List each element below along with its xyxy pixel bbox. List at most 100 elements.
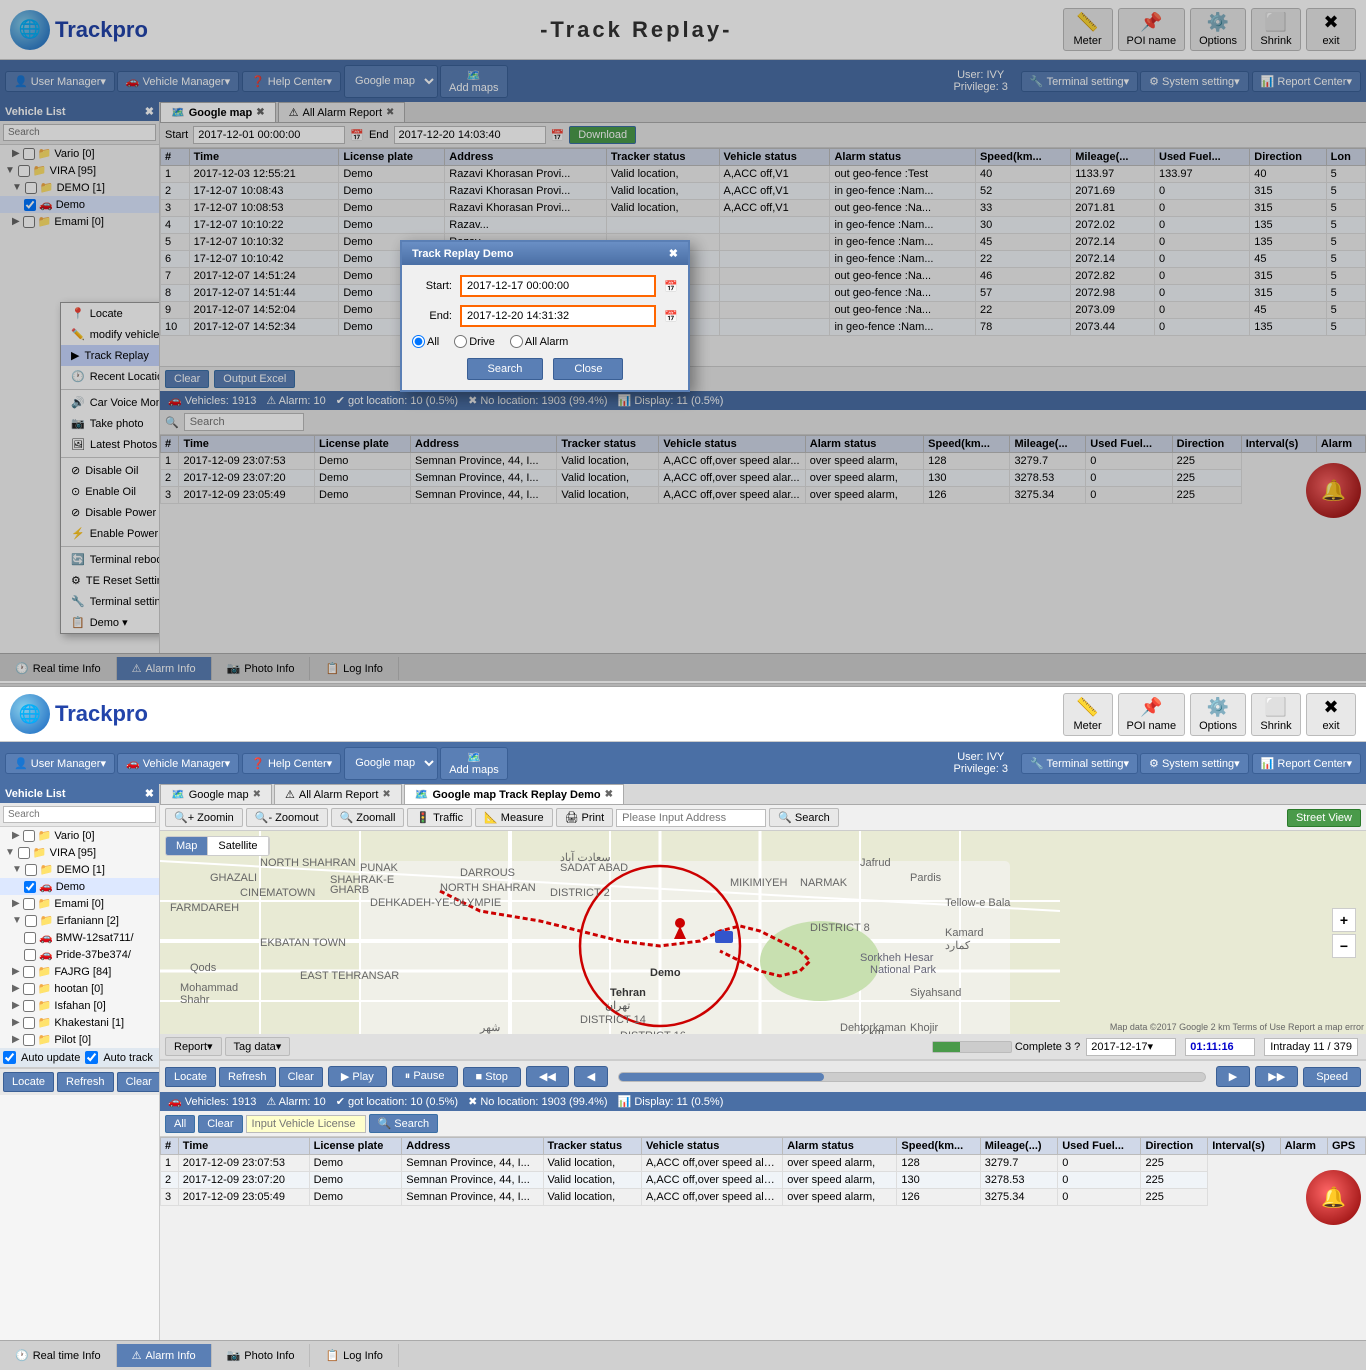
sidebar-search-bottom[interactable] bbox=[0, 803, 159, 827]
cb-khakestani-b[interactable] bbox=[23, 1017, 35, 1029]
search-input-bottom[interactable] bbox=[3, 806, 156, 823]
tab-log-info-bottom[interactable]: 📋 Log Info bbox=[310, 1344, 398, 1367]
date-selector[interactable] bbox=[1086, 1038, 1176, 1056]
report-center-btn-b[interactable]: 📊 Report Center▾ bbox=[1252, 753, 1361, 774]
radio-drive-label[interactable]: Drive bbox=[454, 335, 495, 348]
user-manager-btn-b[interactable]: 👤 User Manager▾ bbox=[5, 753, 115, 774]
zoom-out-btn[interactable]: − bbox=[1332, 934, 1356, 958]
clear-btn-sidebar[interactable]: Clear bbox=[117, 1072, 160, 1092]
terminal-setting-btn-b[interactable]: 🔧 Terminal setting▾ bbox=[1021, 753, 1138, 774]
street-view-btn[interactable]: Street View bbox=[1287, 809, 1361, 827]
pause-btn[interactable]: ⏸ Pause bbox=[392, 1066, 458, 1087]
tab-all-alarm-bottom[interactable]: ⚠ All Alarm Report ✖ bbox=[274, 784, 402, 804]
tree-erfaniann-b[interactable]: ▼ 📁 Erfaniann [2] bbox=[0, 912, 159, 929]
cb-isfahan-b[interactable] bbox=[23, 1000, 35, 1012]
traffic-btn[interactable]: 🚦 Traffic bbox=[407, 808, 472, 827]
tab-track-replay-bottom[interactable]: 🗺️ Google map Track Replay Demo ✖ bbox=[404, 784, 624, 804]
radio-drive[interactable] bbox=[454, 335, 467, 348]
auto-track-checkbox[interactable] bbox=[85, 1051, 98, 1064]
exit-button-bottom[interactable]: ✖ exit bbox=[1306, 693, 1356, 736]
playback-progress[interactable] bbox=[618, 1072, 1206, 1082]
dialog-end-input[interactable] bbox=[460, 305, 656, 327]
dialog-close-icon[interactable]: ✖ bbox=[669, 247, 678, 260]
measure-btn[interactable]: 📐 Measure bbox=[475, 808, 553, 827]
zoomin-btn[interactable]: 🔍+ Zoomin bbox=[165, 808, 243, 827]
next-frame-btn[interactable]: ▶ bbox=[1216, 1066, 1250, 1087]
cb-fajrg-b[interactable] bbox=[23, 966, 35, 978]
tree-bmw-b[interactable]: 🚗 BMW-12sat711/ bbox=[0, 929, 159, 946]
tree-pilot-b[interactable]: ▶ 📁 Pilot [0] bbox=[0, 1031, 159, 1048]
report-dropdown-btn[interactable]: Report▾ bbox=[165, 1037, 222, 1056]
system-setting-btn-b[interactable]: ⚙ System setting▾ bbox=[1140, 753, 1249, 774]
bottom-table-row[interactable]: 12017-12-09 23:07:53DemoSemnan Province,… bbox=[161, 1155, 1366, 1172]
tag-data-btn[interactable]: Tag data▾ bbox=[225, 1037, 291, 1056]
cb-pilot-b[interactable] bbox=[23, 1034, 35, 1046]
clear-btn-playback[interactable]: Clear bbox=[279, 1067, 323, 1087]
dialog-search-btn[interactable]: Search bbox=[467, 358, 544, 380]
cb-vario-b[interactable] bbox=[23, 830, 35, 842]
poi-name-button-bottom[interactable]: 📌 POI name bbox=[1118, 693, 1186, 736]
next-segment-btn[interactable]: ▶▶ bbox=[1255, 1066, 1298, 1087]
tree-pride-b[interactable]: 🚗 Pride-37be374/ bbox=[0, 946, 159, 963]
cb-demo-group-b[interactable] bbox=[25, 864, 37, 876]
bottom-table-row[interactable]: 32017-12-09 23:05:49DemoSemnan Province,… bbox=[161, 1189, 1366, 1206]
tree-isfahan-b[interactable]: ▶ 📁 Isfahan [0] bbox=[0, 997, 159, 1014]
tree-vario-b[interactable]: ▶ 📁 Vario [0] bbox=[0, 827, 159, 844]
dialog-close-btn[interactable]: Close bbox=[553, 358, 623, 380]
tab-photo-info-bottom[interactable]: 📷 Photo Info bbox=[212, 1344, 311, 1367]
tab-close-gm-b[interactable]: ✖ bbox=[253, 789, 261, 800]
prev-segment-btn[interactable]: ◀◀ bbox=[526, 1066, 569, 1087]
radio-all-alarm-label[interactable]: All Alarm bbox=[510, 335, 568, 348]
google-map[interactable]: Demo Tehran تهران GHAZALI CINEMATOWN PUN… bbox=[160, 831, 1366, 1034]
help-center-btn-b[interactable]: ❓ Help Center▾ bbox=[242, 753, 341, 774]
cb-pride-b[interactable] bbox=[24, 949, 36, 961]
search-map-btn[interactable]: 🔍 Search bbox=[769, 808, 839, 827]
tree-emami-b[interactable]: ▶ 📁 Emami [0] bbox=[0, 895, 159, 912]
dialog-start-cal-icon[interactable]: 📅 bbox=[664, 280, 678, 293]
radio-all-label[interactable]: All bbox=[412, 335, 439, 348]
tab-realtime-info-bottom[interactable]: 🕐 Real time Info bbox=[0, 1344, 117, 1367]
vehicle-license-input[interactable] bbox=[246, 1115, 366, 1133]
tree-vira-b[interactable]: ▼ 📁 VIRA [95] bbox=[0, 844, 159, 861]
cb-hootan-b[interactable] bbox=[23, 983, 35, 995]
address-input[interactable] bbox=[616, 809, 766, 827]
cb-emami-b[interactable] bbox=[23, 898, 35, 910]
vehicle-manager-btn-b[interactable]: 🚗 Vehicle Manager▾ bbox=[117, 753, 239, 774]
radio-all[interactable] bbox=[412, 335, 425, 348]
speed-btn[interactable]: Speed bbox=[1303, 1067, 1361, 1087]
dialog-end-cal-icon[interactable]: 📅 bbox=[664, 310, 678, 323]
radio-all-alarm[interactable] bbox=[510, 335, 523, 348]
map-type-satellite[interactable]: Satellite bbox=[208, 837, 268, 855]
all-btn-bottom[interactable]: All bbox=[165, 1115, 195, 1133]
prev-frame-btn[interactable]: ◀ bbox=[574, 1066, 608, 1087]
clear-input-btn[interactable]: Clear bbox=[198, 1115, 242, 1133]
stop-btn[interactable]: ■ Stop bbox=[463, 1067, 521, 1087]
tab-google-map-bottom[interactable]: 🗺️ Google map ✖ bbox=[160, 784, 272, 804]
zoomall-btn[interactable]: 🔍 Zoomall bbox=[331, 808, 405, 827]
cb-vira-b[interactable] bbox=[18, 847, 30, 859]
cb-bmw-b[interactable] bbox=[24, 932, 36, 944]
map-type-map[interactable]: Map bbox=[166, 837, 208, 855]
tab-alarm-info-bottom[interactable]: ⚠ Alarm Info bbox=[117, 1344, 212, 1367]
meter-button-bottom[interactable]: 📏 Meter bbox=[1063, 693, 1113, 736]
map-select-bottom[interactable]: Google map bbox=[344, 747, 438, 780]
play-btn[interactable]: ▶ Play bbox=[328, 1066, 387, 1087]
refresh-btn-sidebar[interactable]: Refresh bbox=[57, 1072, 114, 1092]
options-button-bottom[interactable]: ⚙️ Options bbox=[1190, 693, 1246, 736]
dialog-start-input[interactable] bbox=[460, 275, 656, 297]
tree-khakestani-b[interactable]: ▶ 📁 Khakestani [1] bbox=[0, 1014, 159, 1031]
zoomout-btn[interactable]: 🔍- Zoomout bbox=[246, 808, 328, 827]
auto-update-checkbox[interactable] bbox=[3, 1051, 16, 1064]
cb-demo-b[interactable] bbox=[24, 881, 36, 893]
add-maps-btn-bottom[interactable]: 🗺️ Add maps bbox=[440, 747, 508, 780]
cb-erfaniann-b[interactable] bbox=[25, 915, 37, 927]
bottom-table-wrapper[interactable]: # Time License plate Address Tracker sta… bbox=[160, 1137, 1366, 1340]
search-license-btn[interactable]: 🔍 Search bbox=[369, 1114, 439, 1133]
zoom-in-btn[interactable]: + bbox=[1332, 908, 1356, 932]
tree-demo-group-b[interactable]: ▼ 📁 DEMO [1] bbox=[0, 861, 159, 878]
refresh-btn-playback[interactable]: Refresh bbox=[219, 1067, 276, 1087]
tree-demo-vehicle-b[interactable]: 🚗 Demo bbox=[0, 878, 159, 895]
locate-btn-sidebar[interactable]: Locate bbox=[3, 1072, 54, 1092]
tab-close-tr-b[interactable]: ✖ bbox=[605, 789, 613, 800]
tab-close-aa-b[interactable]: ✖ bbox=[382, 789, 390, 800]
